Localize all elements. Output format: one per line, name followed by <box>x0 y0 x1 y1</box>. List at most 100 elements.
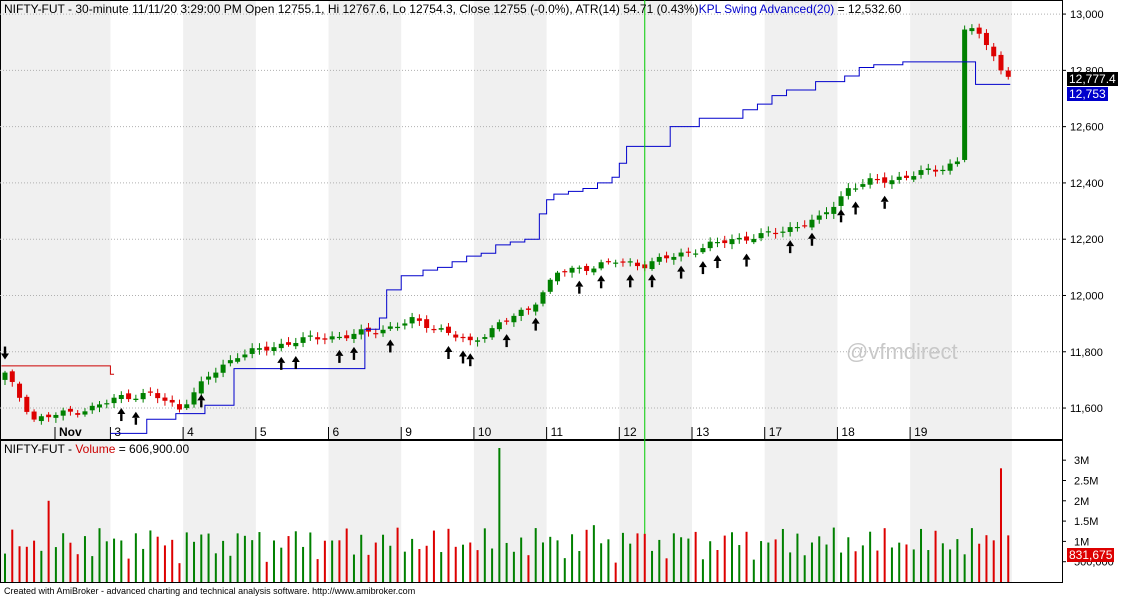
candle-body <box>707 241 713 249</box>
volume-bar <box>483 528 486 582</box>
buy-arrow-stem <box>505 340 508 348</box>
volume-bar <box>272 540 275 582</box>
candle-body <box>358 329 364 335</box>
candle-body <box>954 161 960 165</box>
volume-bar <box>912 549 915 582</box>
volume-bar <box>789 552 792 582</box>
price-axis-label: 12,200 <box>1070 234 1104 246</box>
price-axis-label: 13,000 <box>1070 9 1104 21</box>
buy-arrow-stem <box>745 259 748 267</box>
candle-body <box>329 336 335 340</box>
buy-arrow <box>291 356 300 363</box>
volume-bar <box>956 539 959 582</box>
candle-body <box>605 261 611 263</box>
date-label: 10 <box>478 425 492 439</box>
candle-body <box>540 292 546 304</box>
volume-bar <box>62 533 65 582</box>
volume-bar <box>803 555 806 582</box>
volume-bar <box>534 528 537 582</box>
buy-arrow-stem <box>650 280 654 288</box>
buy-arrow <box>131 411 140 418</box>
candle-body <box>627 261 633 263</box>
candle-body <box>322 338 328 340</box>
chart-canvas[interactable]: 11,60011,80012,00012,20012,40012,60012,8… <box>0 0 1122 599</box>
atr-value: 54.71 (0.43%) <box>623 2 699 16</box>
candle-body <box>271 347 277 352</box>
volume-bar <box>970 528 973 582</box>
volume-bar <box>352 554 355 582</box>
candle-body <box>656 256 662 262</box>
candle-body <box>496 322 502 330</box>
volume-bar <box>498 448 501 582</box>
candle-body <box>286 342 292 345</box>
volume-bar <box>854 551 857 582</box>
volume-bar <box>454 546 457 582</box>
day-band-volume <box>910 440 1012 582</box>
buy-arrow-stem <box>854 207 857 215</box>
volume-bar <box>701 559 704 582</box>
candle-body <box>867 178 873 185</box>
candle-body <box>802 225 808 227</box>
candle-body <box>387 326 393 329</box>
volume-bar <box>1007 535 1010 582</box>
buy-arrow-stem <box>883 201 886 209</box>
volume-bar <box>258 532 261 582</box>
volume-bar <box>374 542 377 582</box>
volume-bar <box>345 528 348 582</box>
candle-body <box>911 176 917 180</box>
buy-arrow <box>597 275 606 282</box>
volume-bar <box>636 533 639 582</box>
price-axis-label: 12,600 <box>1070 122 1104 134</box>
candle-body <box>874 178 880 181</box>
candle-body <box>831 206 837 214</box>
day-band-price <box>619 0 693 439</box>
candle-body <box>409 317 415 324</box>
candle-body <box>751 238 757 243</box>
volume-bar <box>83 536 86 582</box>
candle-body <box>722 240 728 244</box>
volume-bar <box>462 544 465 582</box>
volume-bar <box>818 536 821 582</box>
volume-bar <box>156 536 159 582</box>
volume-bar <box>236 533 239 582</box>
volume-bar <box>585 529 588 582</box>
buy-arrow-stem <box>200 400 203 408</box>
volume-bar <box>69 542 72 582</box>
price-axis-label: 12,000 <box>1070 290 1104 302</box>
volume-bar <box>934 530 937 582</box>
volume-bar <box>651 550 654 582</box>
volume-bar <box>40 550 43 582</box>
candle-body <box>976 27 982 34</box>
volume-bar <box>33 540 36 582</box>
candle-body <box>787 227 793 232</box>
candle-body <box>395 326 401 329</box>
candle-body <box>475 340 481 342</box>
candle-body <box>235 358 241 362</box>
candle-body <box>889 180 895 185</box>
buy-arrow-stem <box>338 355 341 363</box>
candle-body <box>555 272 561 282</box>
volume-bar <box>527 555 530 582</box>
candle-body <box>227 360 233 364</box>
buy-arrow <box>698 261 707 268</box>
buy-arrow-stem <box>716 261 719 269</box>
candle-body <box>918 170 924 175</box>
volume-bar <box>11 529 14 582</box>
candle-body <box>118 395 124 400</box>
candle-body <box>693 253 699 255</box>
volume-bar <box>731 532 733 582</box>
candle-body <box>307 335 313 337</box>
candle-body <box>1005 70 1011 77</box>
candle-body <box>780 231 786 233</box>
candle-body <box>75 413 81 415</box>
volume-bar <box>687 538 690 582</box>
buy-arrow-stem <box>788 246 792 254</box>
volume-axis-label: 2M <box>1074 496 1089 508</box>
candle-body <box>206 376 212 380</box>
volume-bar <box>999 468 1002 582</box>
buy-arrow-stem <box>599 281 603 289</box>
date-label: 12 <box>623 425 637 439</box>
candle-body <box>729 239 735 245</box>
volume-bar <box>796 533 799 582</box>
volume-bar <box>694 531 697 582</box>
